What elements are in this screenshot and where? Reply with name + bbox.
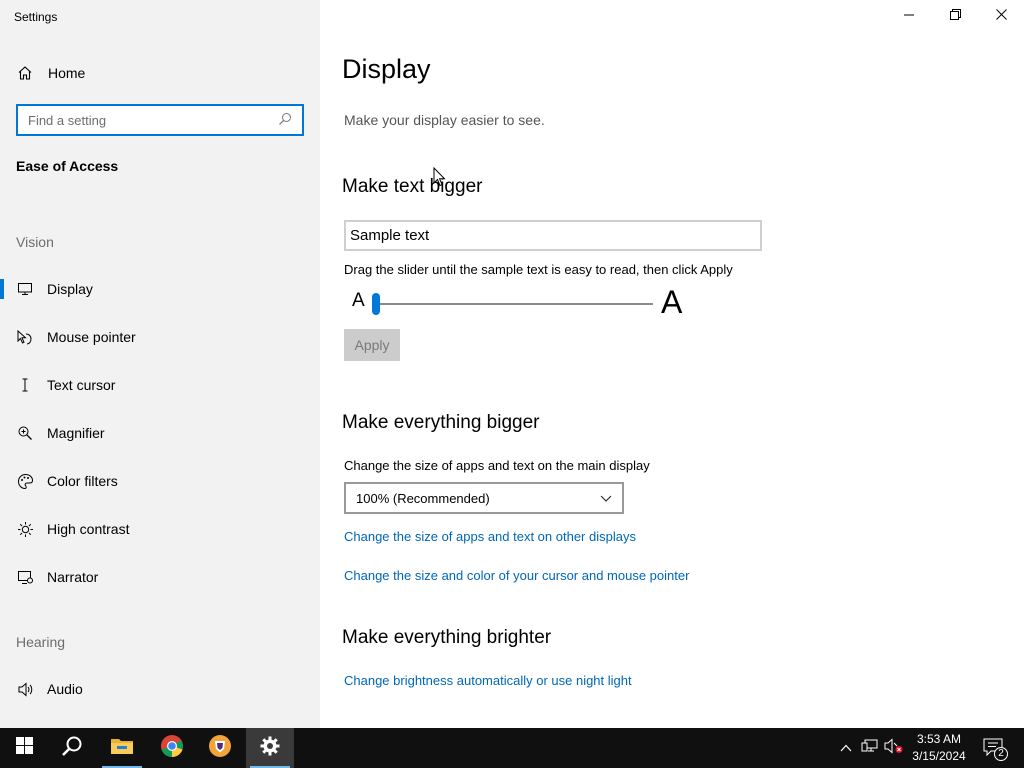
slider-max-label: A [661, 284, 683, 320]
home-nav-item[interactable]: Home [16, 62, 85, 84]
home-icon [16, 64, 34, 82]
sample-text-box: Sample text [344, 220, 762, 251]
taskbar-chrome[interactable] [148, 728, 196, 768]
close-button[interactable] [978, 0, 1024, 32]
close-icon [995, 7, 1007, 25]
narrator-icon [16, 568, 34, 586]
search-box[interactable] [16, 104, 304, 136]
sidebar-item-label: Display [47, 281, 93, 297]
chrome-icon [160, 734, 184, 763]
action-center-button[interactable]: 2 [982, 738, 1008, 761]
taskbar-brave[interactable] [196, 728, 244, 768]
sidebar-item-audio[interactable]: Audio [0, 669, 320, 709]
scale-field-label: Change the size of apps and text on the … [344, 458, 650, 473]
notification-count-badge: 2 [994, 747, 1008, 761]
sidebar-item-label: Text cursor [47, 377, 116, 393]
search-icon [61, 735, 83, 762]
app-title: Settings [14, 10, 58, 24]
magnifier-icon [16, 424, 34, 442]
scale-dropdown-value: 100% (Recommended) [356, 490, 490, 506]
search-icon[interactable] [278, 112, 294, 128]
sidebar-item-high-contrast[interactable]: High contrast [0, 509, 320, 549]
chevron-up-icon [840, 739, 852, 757]
slider-hint: Drag the slider until the sample text is… [344, 262, 733, 277]
taskbar-search-button[interactable] [48, 728, 96, 768]
clock-date: 3/15/2024 [912, 749, 966, 763]
sidebar-item-label: Color filters [47, 473, 118, 489]
sidebar-item-magnifier[interactable]: Magnifier [0, 413, 320, 453]
chevron-down-icon [600, 491, 612, 506]
clock-time: 3:53 AM [916, 732, 962, 746]
sidebar-item-label: High contrast [47, 521, 130, 537]
mouse-cursor-icon [433, 166, 446, 192]
restore-button[interactable] [932, 0, 978, 32]
sidebar-item-label: Audio [47, 681, 83, 697]
group-label-vision: Vision [16, 234, 54, 250]
show-hidden-icons-button[interactable] [836, 738, 856, 758]
apply-button[interactable]: Apply [344, 329, 400, 361]
folder-icon [110, 736, 134, 761]
minimize-icon [904, 7, 914, 25]
category-title: Ease of Access [16, 158, 119, 174]
sidebar-item-text-cursor[interactable]: Text cursor [0, 365, 320, 405]
section-heading-text-bigger: Make text bigger [342, 176, 483, 197]
page-description: Make your display easier to see. [344, 112, 545, 128]
page-title: Display [342, 54, 431, 84]
text-cursor-icon [16, 376, 34, 394]
sidebar-item-label: Magnifier [47, 425, 105, 441]
slider-min-label: A [352, 290, 365, 311]
sidebar-item-label: Mouse pointer [47, 329, 136, 345]
sidebar-item-label: Narrator [47, 569, 99, 585]
section-heading-everything-brighter: Make everything brighter [342, 627, 552, 648]
mouse-pointer-icon [16, 328, 34, 346]
network-icon [861, 738, 879, 759]
text-size-slider-thumb[interactable] [372, 293, 380, 315]
sidebar-item-display[interactable]: Display [0, 269, 320, 309]
windows-logo-icon [15, 737, 33, 759]
link-cursor-pointer[interactable]: Change the size and color of your cursor… [344, 568, 689, 583]
scale-dropdown[interactable]: 100% (Recommended) [344, 482, 624, 514]
monitor-icon [16, 280, 34, 298]
minimize-button[interactable] [886, 0, 932, 32]
start-button[interactable] [0, 728, 48, 768]
taskbar: 3:53 AM 3/15/2024 2 [0, 728, 1024, 768]
taskbar-clock[interactable]: 3:53 AM 3/15/2024 [908, 731, 970, 765]
taskbar-settings[interactable] [246, 728, 294, 768]
link-other-displays[interactable]: Change the size of apps and text on othe… [344, 529, 636, 544]
network-tray-button[interactable] [860, 738, 880, 758]
sidebar-item-narrator[interactable]: Narrator [0, 557, 320, 597]
search-input[interactable] [28, 112, 278, 128]
text-size-slider-track[interactable] [376, 303, 653, 305]
section-heading-everything-bigger: Make everything bigger [342, 412, 540, 433]
notifications-icon: 2 [983, 738, 1008, 761]
sun-icon [16, 520, 34, 538]
sidebar: Settings Home Ease of Access Vision Disp… [0, 0, 320, 728]
group-label-hearing: Hearing [16, 634, 66, 650]
volume-muted-icon [884, 737, 904, 759]
palette-icon [16, 472, 34, 490]
volume-tray-button[interactable] [884, 737, 904, 759]
home-label: Home [48, 65, 86, 81]
link-brightness[interactable]: Change brightness automatically or use n… [344, 673, 632, 688]
gear-icon [260, 736, 280, 761]
brave-icon [208, 734, 232, 763]
sidebar-item-mouse-pointer[interactable]: Mouse pointer [0, 317, 320, 357]
sidebar-item-color-filters[interactable]: Color filters [0, 461, 320, 501]
restore-icon [949, 7, 961, 25]
main-content: Display Make your display easier to see.… [320, 0, 1024, 728]
speaker-icon [16, 680, 34, 698]
taskbar-file-explorer[interactable] [98, 728, 146, 768]
